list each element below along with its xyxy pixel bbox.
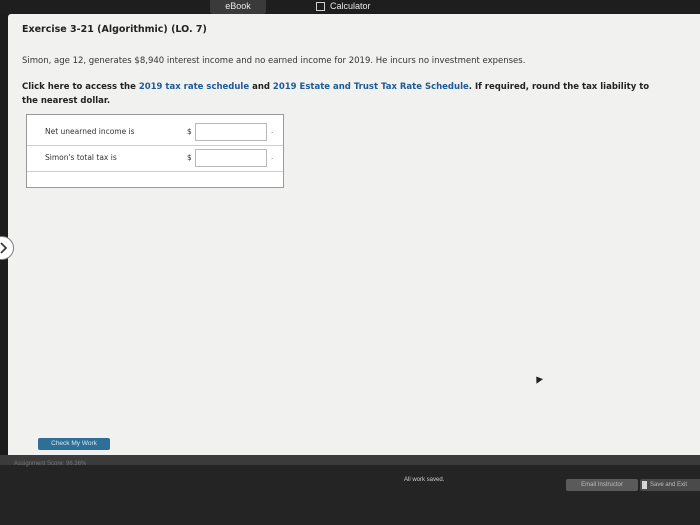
answer-table: Net unearned income is $ . Simon's total… bbox=[26, 114, 284, 188]
calculator-icon bbox=[316, 2, 325, 11]
problem-text: Simon, age 12, generates $8,940 interest… bbox=[22, 56, 526, 66]
bottom-strip bbox=[0, 455, 700, 465]
email-instructor-button[interactable]: Email Instructor bbox=[566, 479, 638, 491]
row-suffix: . bbox=[271, 153, 274, 161]
instruction-text: Click here to access the 2019 tax rate s… bbox=[22, 80, 652, 108]
rate-schedule-link[interactable]: 2019 tax rate schedule bbox=[139, 82, 249, 92]
ebook-tab[interactable]: eBook bbox=[210, 0, 266, 14]
assignment-score: Assignment Score: 96.36% bbox=[14, 461, 87, 467]
instruction-and: and bbox=[249, 82, 273, 92]
net-unearned-income-label: Net unearned income is bbox=[45, 127, 135, 136]
save-status: All work saved. bbox=[404, 477, 445, 483]
total-tax-input[interactable] bbox=[195, 149, 267, 167]
check-my-work-button[interactable]: Check My Work bbox=[38, 438, 110, 450]
exercise-title: Exercise 3-21 (Algorithmic) (LO. 7) bbox=[22, 24, 207, 35]
row-suffix: . bbox=[271, 127, 274, 135]
calculator-tab[interactable]: Calculator bbox=[314, 0, 396, 14]
instruction-prefix: Click here to access the bbox=[22, 82, 139, 92]
estate-trust-schedule-link[interactable]: 2019 Estate and Trust Tax Rate Schedule bbox=[273, 82, 469, 92]
answer-row-total-tax: Simon's total tax is $ . bbox=[27, 145, 283, 172]
question-panel: Exercise 3-21 (Algorithmic) (LO. 7) Simo… bbox=[8, 14, 700, 455]
calculator-tab-label: Calculator bbox=[330, 1, 371, 11]
mouse-cursor bbox=[533, 374, 543, 384]
currency-symbol: $ bbox=[187, 127, 192, 136]
ebook-tab-label: eBook bbox=[225, 1, 251, 11]
currency-symbol: $ bbox=[187, 153, 192, 162]
save-and-exit-button[interactable]: Save and Exit bbox=[640, 479, 700, 491]
answer-row-net-unearned-income: Net unearned income is $ . bbox=[27, 119, 283, 146]
total-tax-label: Simon's total tax is bbox=[45, 153, 117, 162]
chevron-right-icon bbox=[0, 242, 8, 254]
net-unearned-income-input[interactable] bbox=[195, 123, 267, 141]
top-toolbar: eBook Calculator bbox=[0, 0, 700, 14]
